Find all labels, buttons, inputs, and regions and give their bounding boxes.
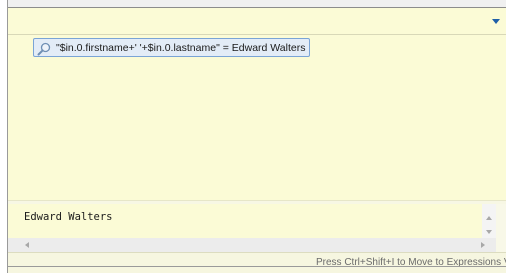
- vertical-scrollbar[interactable]: [482, 204, 496, 238]
- scroll-up-icon[interactable]: [486, 216, 492, 220]
- bottom-divider: [8, 266, 506, 267]
- tree-item-expression[interactable]: "$in.0.firstname+' '+$in.0.lastname" = E…: [33, 38, 311, 57]
- details-value: Edward Walters: [24, 211, 113, 223]
- popup-toolbar: [8, 8, 506, 35]
- tree-item-label: "$in.0.firstname+' '+$in.0.lastname" = E…: [56, 41, 306, 54]
- chevron-down-icon[interactable]: [492, 19, 500, 24]
- inspect-popup: "$in.0.firstname+' '+$in.0.lastname" = E…: [8, 7, 506, 273]
- details-pane[interactable]: Edward Walters: [8, 204, 496, 238]
- scrollbar-corner: [496, 204, 506, 252]
- scroll-right-icon[interactable]: [481, 242, 485, 248]
- status-bar: Press Ctrl+Shift+I to Move to Expression…: [8, 252, 506, 273]
- scroll-down-icon[interactable]: [486, 230, 492, 234]
- editor-left-edge: [0, 0, 8, 273]
- search-icon: [37, 41, 51, 55]
- horizontal-scrollbar[interactable]: [8, 238, 496, 252]
- scroll-left-icon[interactable]: [25, 242, 29, 248]
- inspect-window: "$in.0.firstname+' '+$in.0.lastname" = E…: [0, 0, 506, 273]
- expression-tree: "$in.0.firstname+' '+$in.0.lastname" = E…: [8, 35, 506, 200]
